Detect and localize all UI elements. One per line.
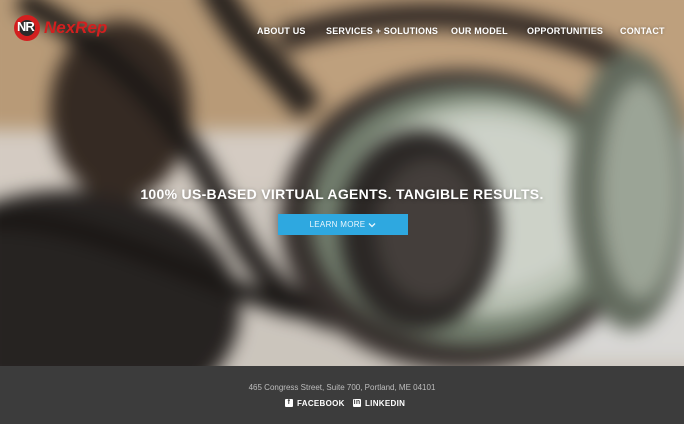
- nav-opportunities[interactable]: OPPORTUNITIES: [527, 26, 603, 36]
- logo-mark-icon: NR: [14, 15, 40, 41]
- nav-contact[interactable]: CONTACT: [620, 26, 665, 36]
- facebook-label: FACEBOOK: [297, 398, 345, 408]
- hero-overlay: [0, 0, 684, 366]
- linkedin-link[interactable]: in LINKEDIN: [353, 397, 405, 409]
- linkedin-label: LINKEDIN: [365, 398, 406, 408]
- linkedin-icon: in: [353, 399, 361, 407]
- facebook-link[interactable]: f FACEBOOK: [285, 397, 345, 409]
- facebook-icon: f: [285, 399, 293, 407]
- nav-our-model[interactable]: OUR MODEL: [451, 26, 508, 36]
- footer-address: 465 Congress Street, Suite 700, Portland…: [248, 383, 436, 392]
- nexrep-logo[interactable]: NR NexRep: [14, 15, 118, 41]
- learn-more-button[interactable]: LEARN MORE: [278, 214, 408, 235]
- nav-services-solutions[interactable]: SERVICES + SOLUTIONS: [326, 26, 438, 36]
- learn-more-label: LEARN MORE: [309, 220, 366, 229]
- logo-letters: NR: [17, 19, 35, 34]
- hero-headline: 100% US-BASED VIRTUAL AGENTS. TANGIBLE R…: [140, 186, 544, 202]
- nav-about-us[interactable]: ABOUT US: [257, 26, 306, 36]
- footer: 465 Congress Street, Suite 700, Portland…: [0, 366, 684, 424]
- chevron-down-icon: [368, 222, 376, 227]
- logo-wordmark: NexRep: [44, 18, 108, 37]
- hero-section: NR NexRep ABOUT US SERVICES + SOLUTIONS …: [0, 0, 684, 366]
